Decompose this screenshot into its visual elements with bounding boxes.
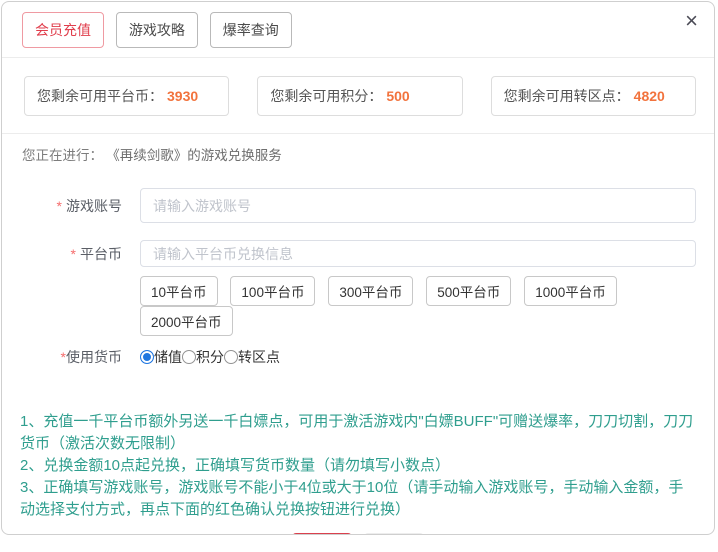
label-text: 游戏账号 bbox=[66, 198, 122, 214]
balance-value: 4820 bbox=[634, 88, 665, 104]
balance-label: 您剩余可用积分： bbox=[270, 88, 382, 104]
balance-label: 您剩余可用平台币： bbox=[37, 88, 163, 104]
balance-value: 500 bbox=[386, 88, 409, 104]
radio-points[interactable]: 积分 bbox=[182, 347, 224, 367]
quick-amount-500[interactable]: 500平台币 bbox=[426, 276, 511, 306]
radio-label: 储值 bbox=[154, 347, 182, 367]
form-row-platform-coin: *平台币 bbox=[2, 240, 696, 267]
tab-game-guide[interactable]: 游戏攻略 bbox=[116, 12, 198, 48]
quick-amount-1000[interactable]: 1000平台币 bbox=[524, 276, 617, 306]
radio-transfer-points[interactable]: 转区点 bbox=[224, 347, 280, 367]
confirm-button[interactable]: 确认 bbox=[292, 533, 352, 535]
balance-platform-coin: 您剩余可用平台币：3930 bbox=[24, 76, 229, 116]
notice-line-3: 3、正确填写游戏账号，游戏账号不能小于4位或大于10位（请手动输入游戏账号，手动… bbox=[20, 477, 696, 521]
recharge-dialog: 会员充值 游戏攻略 爆率查询 × 您剩余可用平台币：3930 您剩余可用积分：5… bbox=[1, 1, 715, 535]
radio-unselected-icon bbox=[224, 350, 238, 364]
radio-label: 转区点 bbox=[238, 347, 280, 367]
quick-amount-2000[interactable]: 2000平台币 bbox=[140, 306, 233, 336]
form-row-game-account: *游戏账号 bbox=[2, 188, 696, 223]
required-mark: * bbox=[57, 198, 62, 214]
notice-line-2: 2、兑换金额10点起兑换，正确填写货币数量（请勿填写小数点） bbox=[20, 455, 696, 477]
tab-drop-rate-query[interactable]: 爆率查询 bbox=[210, 12, 292, 48]
radio-selected-icon bbox=[140, 350, 154, 364]
balance-points: 您剩余可用积分：500 bbox=[257, 76, 462, 116]
tab-member-recharge[interactable]: 会员充值 bbox=[22, 12, 104, 48]
close-icon[interactable]: × bbox=[685, 10, 698, 32]
balance-label: 您剩余可用转区点： bbox=[504, 88, 630, 104]
currency-label: *使用货币 bbox=[2, 347, 122, 367]
label-text: 平台币 bbox=[80, 246, 122, 262]
quick-amount-100[interactable]: 100平台币 bbox=[230, 276, 315, 306]
form-row-currency: *使用货币 储值 积分 转区点 bbox=[2, 347, 714, 367]
notice-line-1: 1、充值一千平台币额外另送一千白嫖点，可用于激活游戏内"白嫖BUFF"可赠送爆率… bbox=[20, 411, 696, 455]
tab-bar: 会员充值 游戏攻略 爆率查询 × bbox=[2, 2, 714, 57]
service-line: 您正在进行： 《再续剑歌》的游戏兑换服务 bbox=[2, 134, 714, 174]
balance-transfer-points: 您剩余可用转区点：4820 bbox=[491, 76, 696, 116]
notice-block: 1、充值一千平台币额外另送一千白嫖点，可用于激活游戏内"白嫖BUFF"可赠送爆率… bbox=[20, 411, 696, 521]
game-account-label: *游戏账号 bbox=[2, 196, 122, 216]
platform-coin-label: *平台币 bbox=[2, 244, 122, 264]
quick-amount-row: 10平台币 100平台币 300平台币 500平台币 1000平台币 2000平… bbox=[140, 276, 714, 336]
exchange-form: *游戏账号 *平台币 10平台币 100平台币 300平台币 500平台币 10… bbox=[2, 188, 714, 367]
service-game-name: 《再续剑歌》的游戏兑换服务 bbox=[113, 148, 282, 163]
quick-amount-10[interactable]: 10平台币 bbox=[140, 276, 218, 306]
label-text: 使用货币 bbox=[66, 349, 122, 365]
radio-unselected-icon bbox=[182, 350, 196, 364]
game-account-input[interactable] bbox=[140, 188, 696, 223]
balance-row: 您剩余可用平台币：3930 您剩余可用积分：500 您剩余可用转区点：4820 bbox=[2, 58, 714, 116]
radio-stored-value[interactable]: 储值 bbox=[140, 347, 182, 367]
quick-amount-300[interactable]: 300平台币 bbox=[328, 276, 413, 306]
required-mark: * bbox=[71, 246, 76, 262]
balance-value: 3930 bbox=[167, 88, 198, 104]
currency-radio-group: 储值 积分 转区点 bbox=[140, 347, 280, 367]
cancel-button[interactable]: 取消 bbox=[364, 533, 424, 535]
radio-label: 积分 bbox=[196, 347, 224, 367]
platform-coin-input[interactable] bbox=[140, 240, 696, 267]
service-prefix: 您正在进行： bbox=[22, 148, 103, 163]
footer-buttons: 确认 取消 bbox=[2, 533, 714, 535]
